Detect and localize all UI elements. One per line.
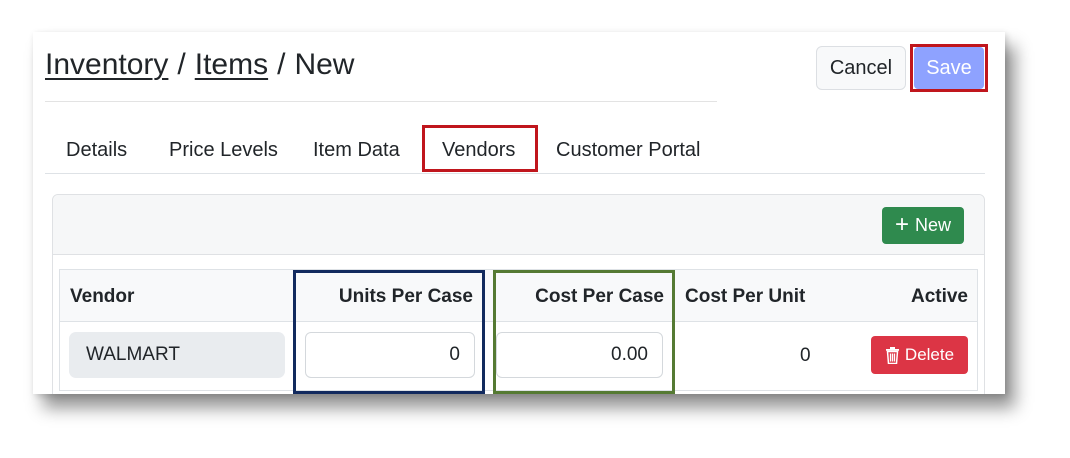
vendors-panel-toolbar: + New bbox=[53, 195, 984, 255]
breadcrumb-separator: / bbox=[277, 48, 286, 81]
save-highlight-box bbox=[910, 44, 988, 92]
breadcrumb-separator: / bbox=[177, 48, 186, 81]
plus-icon: + bbox=[894, 210, 909, 238]
vendor-name-field: WALMART bbox=[69, 332, 285, 378]
breadcrumb: Inventory / Items / New bbox=[45, 46, 354, 84]
new-vendor-button[interactable]: + New bbox=[882, 207, 964, 244]
column-header-cost-per-unit: Cost Per Unit bbox=[685, 286, 806, 307]
item-editor-card: Inventory / Items / New Cancel Save Details … bbox=[33, 32, 1005, 394]
column-header-active: Active bbox=[910, 286, 968, 307]
delete-vendor-button[interactable]: Delete bbox=[871, 336, 968, 374]
tabs-divider bbox=[45, 173, 985, 174]
cost-per-unit-value: 0 bbox=[800, 345, 811, 366]
delete-label: Delete bbox=[904, 345, 955, 364]
header-divider bbox=[45, 101, 717, 102]
cancel-button[interactable]: Cancel bbox=[816, 46, 906, 90]
cost-per-case-highlight-box bbox=[493, 270, 675, 394]
breadcrumb-items-link[interactable]: Items bbox=[195, 48, 268, 81]
tab-details[interactable]: Details bbox=[66, 138, 127, 162]
tab-item-data[interactable]: Item Data bbox=[313, 138, 400, 162]
breadcrumb-inventory-link[interactable]: Inventory bbox=[45, 48, 168, 81]
new-vendor-label: New bbox=[915, 215, 952, 235]
units-per-case-highlight-box bbox=[293, 270, 485, 394]
tab-customer-portal[interactable]: Customer Portal bbox=[556, 138, 701, 162]
breadcrumb-current: New bbox=[294, 48, 355, 81]
trash-icon bbox=[885, 346, 899, 364]
tab-price-levels[interactable]: Price Levels bbox=[169, 138, 278, 162]
column-header-vendor: Vendor bbox=[70, 286, 135, 307]
vendors-tab-highlight-box bbox=[422, 125, 538, 172]
